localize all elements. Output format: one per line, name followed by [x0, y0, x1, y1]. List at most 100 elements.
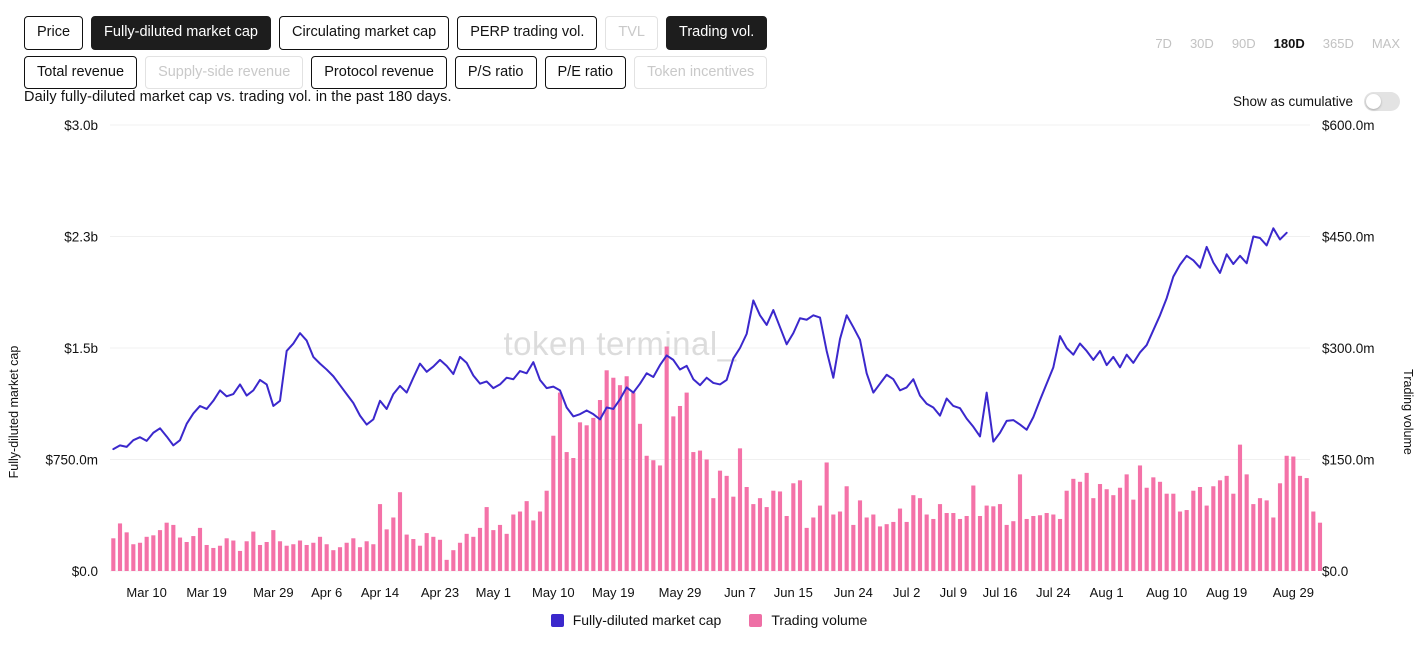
- volume-bar: [1304, 478, 1309, 571]
- volume-bar: [384, 529, 389, 571]
- volume-bar: [264, 542, 269, 571]
- toggle-knob: [1366, 94, 1381, 109]
- volume-bar: [557, 392, 563, 571]
- legend-swatch-trading-volume: [749, 613, 763, 627]
- volume-bar: [1171, 493, 1176, 571]
- x-axis-tick: Aug 29: [1273, 585, 1314, 600]
- x-axis-tick: May 29: [659, 585, 702, 600]
- volume-bar: [451, 550, 456, 571]
- volume-bar: [577, 422, 583, 571]
- metric-button-price[interactable]: Price: [24, 16, 84, 50]
- volume-bar: [191, 536, 196, 571]
- metric-button-circulating-market-cap[interactable]: Circulating market cap: [278, 16, 450, 50]
- time-range-selector: 7D 30D 90D 180D 365D MAX: [1155, 36, 1400, 51]
- volume-bar: [877, 526, 883, 571]
- metric-button-ps-ratio[interactable]: P/S ratio: [454, 55, 537, 89]
- volume-bar: [237, 550, 243, 571]
- volume-bar: [424, 533, 429, 571]
- cumulative-label: Show as cumulative: [1232, 94, 1353, 109]
- metric-button-trading-vol[interactable]: Trading vol.: [666, 16, 768, 50]
- volume-bar: [324, 544, 329, 571]
- volume-bar: [1064, 490, 1069, 571]
- cumulative-toggle-group: Show as cumulative: [1233, 92, 1400, 111]
- x-axis-tick: Aug 1: [1090, 585, 1124, 600]
- volume-bar: [1204, 505, 1209, 571]
- svg-text:$600.0m: $600.0m: [1322, 118, 1375, 133]
- metric-button-protocol-revenue[interactable]: Protocol revenue: [311, 55, 447, 89]
- svg-text:$750.0m: $750.0m: [45, 453, 98, 468]
- right-axis-title: Trading volume: [1401, 369, 1415, 455]
- range-option-30d[interactable]: 30D: [1190, 36, 1214, 51]
- volume-bar: [211, 547, 216, 571]
- volume-bar: [1011, 521, 1016, 571]
- range-option-90d[interactable]: 90D: [1232, 36, 1256, 51]
- volume-bar: [377, 504, 383, 571]
- volume-bar: [1291, 456, 1296, 571]
- volume-bar: [724, 475, 729, 571]
- volume-bar: [291, 544, 296, 571]
- volume-bar: [364, 541, 369, 571]
- combo-chart[interactable]: $0.0 $0.0 $750.0m $150.0m $1.5b $300.0m $2.3b $…: [0, 115, 1418, 605]
- volume-bar: [351, 538, 356, 571]
- volume-bar: [244, 541, 249, 571]
- volume-bar: [431, 536, 436, 571]
- x-axis-tick: Mar 19: [186, 585, 226, 600]
- x-axis-tick: May 1: [476, 585, 511, 600]
- volume-bar: [391, 517, 396, 571]
- volume-bar: [824, 462, 829, 571]
- volume-bar: [964, 515, 969, 571]
- range-option-max[interactable]: MAX: [1372, 36, 1400, 51]
- cumulative-toggle[interactable]: [1364, 92, 1400, 111]
- volume-bar: [791, 483, 796, 571]
- svg-text:$450.0m: $450.0m: [1322, 230, 1375, 245]
- volume-bar: [297, 540, 303, 571]
- volume-bar: [124, 532, 129, 571]
- volume-bar: [904, 521, 909, 571]
- volume-bar: [1097, 484, 1103, 571]
- x-axis-tick: May 10: [532, 585, 575, 600]
- chart-legend: Fully-diluted market cap Trading volume: [0, 612, 1418, 628]
- volume-bar: [857, 500, 863, 571]
- volume-bar: [304, 544, 309, 571]
- volume-bar: [631, 392, 636, 571]
- svg-text:$0.0: $0.0: [72, 564, 98, 579]
- volume-bar: [664, 346, 669, 571]
- volume-bar: [1124, 474, 1129, 571]
- metric-button-tvl: TVL: [605, 16, 658, 50]
- metric-button-perp-trading-vol[interactable]: PERP trading vol.: [457, 16, 598, 50]
- volume-bar: [737, 448, 743, 571]
- metric-button-total-revenue[interactable]: Total revenue: [24, 55, 138, 89]
- volume-bar: [744, 487, 749, 571]
- volume-bar: [111, 538, 116, 571]
- volume-bar: [417, 545, 423, 571]
- volume-bar: [397, 492, 403, 571]
- volume-bar: [1257, 498, 1263, 571]
- volume-bar: [917, 498, 923, 571]
- range-option-7d[interactable]: 7D: [1155, 36, 1172, 51]
- volume-bar: [931, 518, 936, 571]
- volume-bar: [591, 417, 596, 571]
- volume-bar: [171, 524, 176, 571]
- range-option-180d[interactable]: 180D: [1274, 36, 1305, 51]
- volume-bar: [684, 392, 689, 571]
- x-axis-tick: Mar 29: [253, 585, 293, 600]
- metric-button-fully-diluted-market-cap[interactable]: Fully-diluted market cap: [91, 16, 271, 50]
- volume-bar: [224, 538, 229, 571]
- legend-item-market-cap[interactable]: Fully-diluted market cap: [550, 612, 721, 628]
- volume-bar: [157, 530, 163, 571]
- volume-bar: [637, 423, 643, 571]
- volume-bar: [691, 452, 696, 571]
- volume-bar: [971, 485, 976, 571]
- volume-bar: [584, 425, 589, 571]
- volume-bar: [317, 536, 323, 571]
- volume-bar: [1311, 511, 1316, 571]
- metric-button-pe-ratio[interactable]: P/E ratio: [544, 55, 627, 89]
- legend-item-trading-volume[interactable]: Trading volume: [749, 612, 867, 628]
- range-option-365d[interactable]: 365D: [1323, 36, 1354, 51]
- volume-bar: [751, 504, 756, 571]
- volume-bar: [437, 539, 443, 571]
- volume-bar: [951, 513, 956, 571]
- svg-text:token terminal_: token terminal_: [503, 325, 736, 362]
- metric-button-row-1: Price Fully-diluted market cap Circulati…: [24, 16, 768, 50]
- volume-bar: [797, 480, 803, 571]
